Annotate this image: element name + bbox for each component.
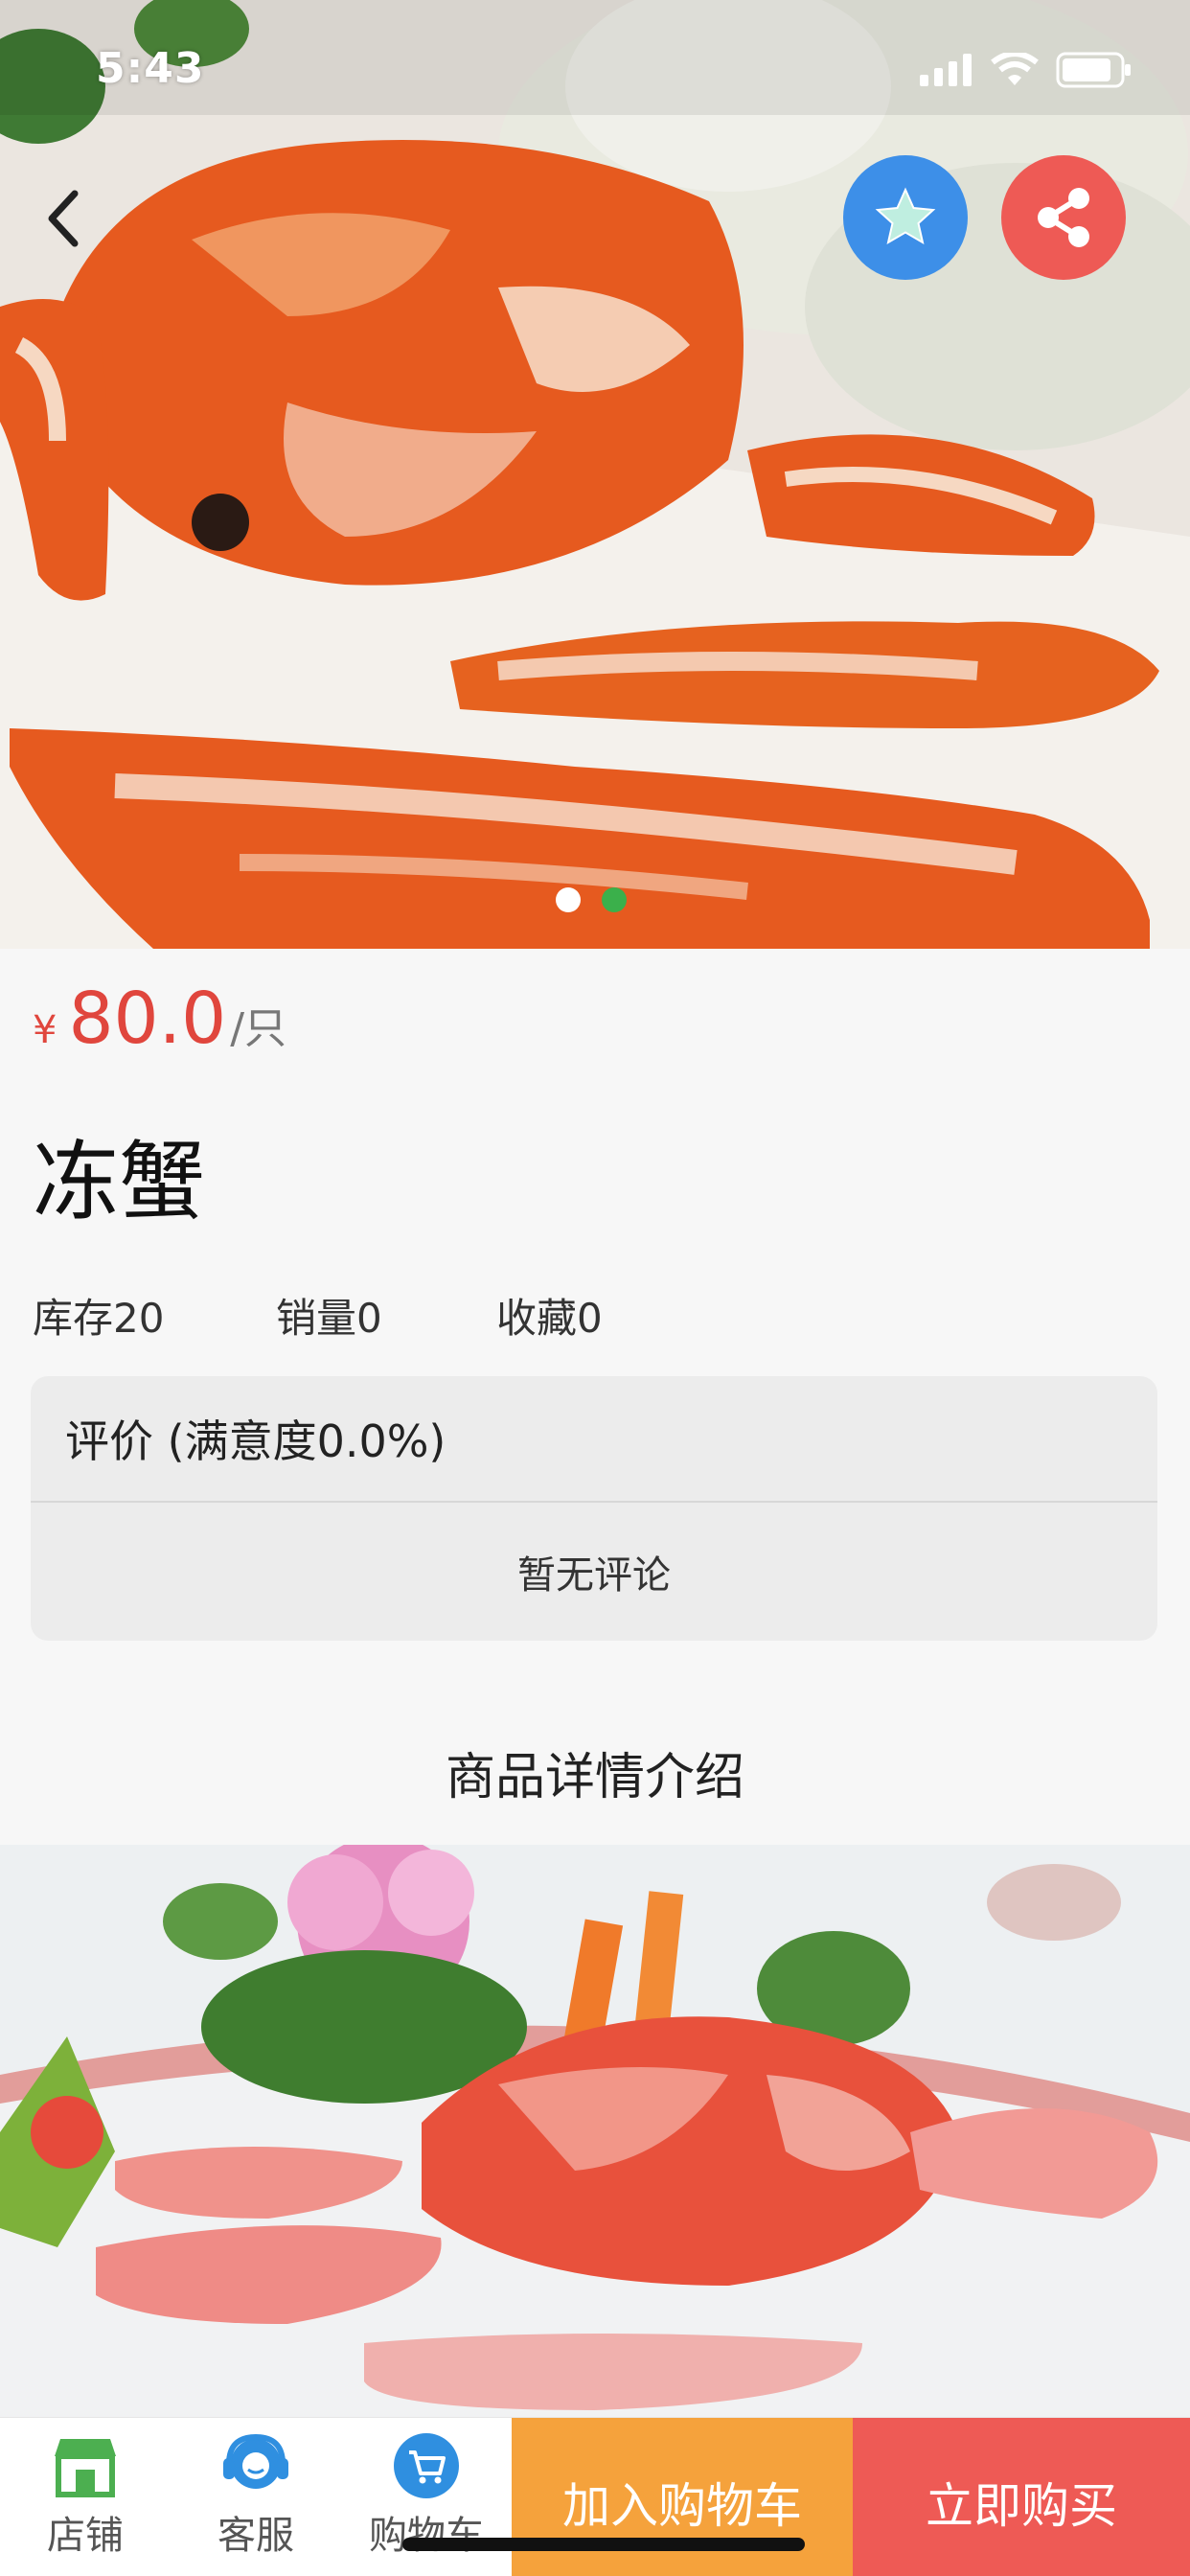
favorite-button[interactable] (843, 155, 968, 280)
back-icon (48, 190, 79, 247)
home-indicator (402, 2538, 805, 2551)
tab-cart-label: 购物车 (369, 2514, 484, 2558)
carousel-dot[interactable] (556, 887, 581, 912)
tab-customer-service[interactable]: 客服 (171, 2418, 341, 2576)
store-icon (47, 2431, 124, 2500)
currency-symbol: ¥ (33, 1008, 57, 1052)
status-icons (920, 52, 1133, 88)
carousel-dot-active[interactable] (602, 887, 627, 912)
add-to-cart-button[interactable]: 加入购物车 (512, 2418, 853, 2576)
stock-count: 库存20 (33, 1295, 165, 1342)
bottom-action-bar: 店铺 客服 购物车 加入购物车 立即购买 (0, 2417, 1190, 2576)
detail-title: 商品详情介绍 (445, 1749, 744, 1806)
reviews-card[interactable]: 评价 (满意度0.0%) 暂无评论 (31, 1376, 1157, 1641)
carousel-indicator (556, 887, 627, 912)
back-button[interactable] (34, 180, 92, 257)
price: ¥ 80.0 /只 (33, 978, 286, 1060)
tab-cart[interactable]: 购物车 (341, 2418, 512, 2576)
share-icon (1038, 188, 1089, 247)
tab-store-label: 店铺 (47, 2514, 124, 2558)
share-button[interactable] (1001, 155, 1126, 280)
reviews-header: 评价 (满意度0.0%) (31, 1376, 1157, 1503)
reviews-empty-text: 暂无评论 (517, 1553, 671, 1598)
status-bar: 5:43 (0, 0, 1190, 125)
price-value: 80.0 (68, 978, 227, 1060)
product-detail-page: 5:43 ¥ 80.0 /只 冻蟹 库存20 销量0 收藏0 评价 (满意度0.… (0, 0, 1190, 2576)
status-time: 5:43 (96, 44, 205, 93)
sales-count: 销量0 (276, 1295, 382, 1342)
battery-icon (1056, 52, 1131, 88)
wifi-icon (991, 53, 1039, 85)
crab-dish-photo (0, 1845, 1190, 2420)
signal-icon (920, 54, 972, 86)
product-stats: 库存20 销量0 收藏0 (33, 1286, 603, 1345)
favorites-count: 收藏0 (496, 1295, 603, 1342)
tab-customer-service-label: 客服 (217, 2514, 294, 2558)
tab-store[interactable]: 店铺 (0, 2418, 171, 2576)
customer-service-icon (217, 2431, 294, 2500)
crab-photo (0, 0, 1190, 949)
buy-now-button[interactable]: 立即购买 (853, 2418, 1190, 2576)
product-image-carousel[interactable]: 5:43 (0, 0, 1190, 949)
product-name: 冻蟹 (33, 1132, 205, 1232)
detail-image (0, 1845, 1190, 2420)
price-unit: /只 (230, 1004, 287, 1053)
star-icon (875, 187, 936, 245)
cart-icon (388, 2431, 465, 2500)
